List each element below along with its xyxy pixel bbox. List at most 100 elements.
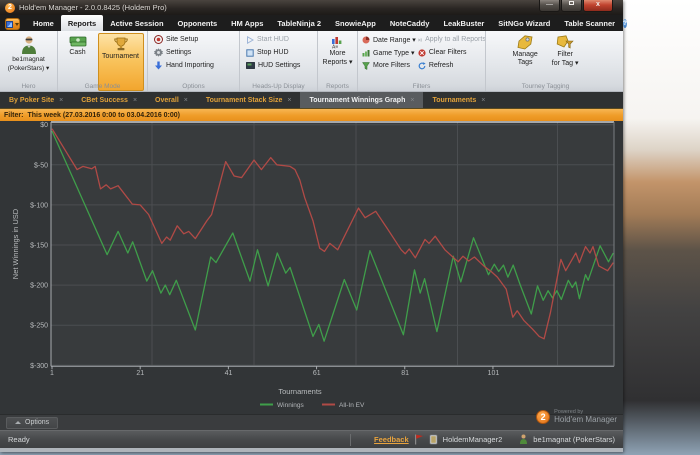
hm2-powered-logo-icon: 2 (536, 409, 551, 424)
close-icon[interactable]: × (287, 97, 291, 104)
y-tick: $-250 (30, 323, 48, 330)
hero-avatar-icon (21, 36, 36, 54)
tab-sitngo-wizard[interactable]: SitNGo Wizard (491, 15, 557, 31)
tab-tableninja2[interactable]: TableNinja 2 (270, 15, 328, 31)
application-menu-button[interactable] (5, 18, 20, 30)
ribbon-group-filters: Date Range ▾ Game Type ▾ More Filters Ap… (357, 31, 486, 91)
hero-selector-button[interactable]: be1magnat (PokerStars) ▾ (0, 33, 57, 73)
refresh-icon (418, 61, 426, 69)
help-icon[interactable]: ? (623, 19, 628, 28)
import-arrow-icon (155, 61, 162, 70)
database-icon (429, 434, 438, 445)
tab-active-session[interactable]: Active Session (103, 15, 170, 31)
close-button[interactable]: x (583, 0, 613, 12)
stop-icon (246, 48, 254, 57)
cash-label: Cash (69, 49, 86, 56)
player-icon (520, 434, 528, 444)
ribbon: be1magnat (PokerStars) ▾ Hero Cash Tourn… (0, 31, 623, 92)
clear-filters-item[interactable]: Clear Filters (416, 46, 486, 59)
close-icon[interactable]: × (481, 97, 485, 104)
plot-area (51, 122, 614, 367)
allinev-legend-label: All-In EV (339, 402, 365, 409)
hero-site: (PokerStars) ▾ (7, 65, 50, 72)
report-tab-cbet-success[interactable]: CBet Success × (72, 92, 146, 108)
settings-item[interactable]: Settings (148, 46, 239, 59)
report-tab-tournament-winnings-graph[interactable]: Tournament Winnings Graph × (300, 92, 424, 108)
window-title: Hold'em Manager - 2.0.0.8425 (Holdem Pro… (19, 3, 167, 12)
chart-legend: Winnings All-In EV (260, 402, 365, 409)
tournament-label: Tournament (102, 53, 139, 60)
app-window: 2 Hold'em Manager - 2.0.0.8425 (Holdem P… (0, 0, 628, 452)
options-bar: Options 2 Powered by Hold'em Manager (0, 409, 623, 430)
powered-by-line2: Hold'em Manager (554, 415, 617, 424)
close-icon[interactable]: × (133, 97, 137, 104)
ribbon-group-tagging: Manage Tags Filter for Tag ▾ Tourney Tag… (485, 31, 605, 91)
close-icon[interactable]: × (410, 97, 414, 104)
filter-for-tag-icon (556, 35, 574, 49)
x-tick: 41 (225, 370, 233, 377)
minimize-button[interactable]: — (539, 0, 560, 12)
hm2-logo-icon: 2 (5, 2, 15, 13)
report-tab-by-poker-site[interactable]: By Poker Site × (0, 92, 72, 108)
report-tab-tournament-stack-size[interactable]: Tournament Stack Size × (197, 92, 301, 108)
stop-hud-item[interactable]: Stop HUD (240, 46, 317, 59)
y-tick: $-50 (34, 162, 48, 169)
svg-text:A≡: A≡ (332, 45, 338, 50)
more-reports-button[interactable]: A≡ More Reports ▾ (318, 33, 357, 67)
tab-table-scanner[interactable]: Table Scanner (557, 15, 622, 31)
status-ready: Ready (8, 435, 30, 444)
tab-reports[interactable]: Reports (60, 15, 104, 31)
cash-icon (69, 36, 86, 47)
status-account[interactable]: be1magnat (PokerStars) (533, 435, 615, 444)
filter-bar: Filter: This week (27.03.2016 0:00 to 03… (0, 108, 623, 121)
y-tick: $-150 (30, 243, 48, 250)
x-tick: 1 (50, 370, 54, 377)
ribbon-tab-row: Home Reports Active Session Opponents HM… (0, 15, 628, 31)
refresh-item[interactable]: Refresh (416, 59, 486, 72)
ribbon-group-options: Site Setup Settings Hand Importing Optio… (147, 31, 239, 91)
gear-icon (154, 48, 163, 57)
tournament-winnings-chart: $0 $-50 $-100 $-150 $-200 $-250 $-300 1 … (11, 121, 615, 409)
more-filters-item[interactable]: More Filters (358, 59, 416, 72)
x-tick: 21 (136, 370, 144, 377)
site-setup-item[interactable]: Site Setup (148, 33, 239, 46)
game-type-item[interactable]: Game Type ▾ (358, 46, 416, 59)
options-button[interactable]: Options (6, 416, 59, 429)
tab-leakbuster[interactable]: LeakBuster (436, 15, 491, 31)
report-tab-strip: By Poker Site × CBet Success × Overall × To… (0, 92, 623, 108)
maximize-button[interactable] (561, 0, 582, 12)
funnel-icon (362, 61, 370, 70)
tab-notecaddy[interactable]: NoteCaddy (383, 15, 437, 31)
tab-snowieapp[interactable]: SnowieApp (328, 15, 383, 31)
play-icon (247, 35, 254, 44)
apply-all-reports-item: Apply to all Reports (416, 33, 486, 46)
group-label-tagging: Tourney Tagging (521, 83, 570, 90)
report-tab-overall[interactable]: Overall × (146, 92, 197, 108)
flag-icon (414, 434, 423, 445)
trophy-icon (113, 37, 128, 51)
tab-home[interactable]: Home (26, 15, 61, 31)
winnings-legend-label: Winnings (277, 402, 304, 409)
tab-opponents[interactable]: Opponents (171, 15, 225, 31)
report-tab-tournaments[interactable]: Tournaments × (423, 92, 494, 108)
date-range-item[interactable]: Date Range ▾ (358, 33, 416, 46)
ribbon-group-hero: be1magnat (PokerStars) ▾ Hero (0, 31, 57, 91)
close-icon[interactable]: × (59, 97, 63, 104)
hud-settings-item[interactable]: HUD Settings (240, 59, 317, 72)
hand-importing-item[interactable]: Hand Importing (148, 59, 239, 72)
ribbon-group-reports: A≡ More Reports ▾ Reports (317, 31, 357, 91)
hud-settings-icon (246, 61, 255, 69)
status-bar: Ready Feedback HoldemManager2 be1magnat … (0, 430, 623, 448)
filter-label: Filter: (4, 111, 24, 119)
manage-tags-icon (517, 35, 533, 50)
feedback-link[interactable]: Feedback (374, 435, 409, 444)
divider (350, 433, 352, 446)
game-type-icon (362, 49, 370, 56)
clear-filters-icon (418, 48, 426, 57)
status-app-name[interactable]: HoldemManager2 (443, 435, 503, 444)
group-label-hero: Hero (21, 83, 36, 90)
tab-hm-apps[interactable]: HM Apps (224, 15, 270, 31)
x-tick: 81 (401, 370, 409, 377)
window-controls: — x (538, 0, 613, 12)
close-icon[interactable]: × (184, 97, 188, 104)
